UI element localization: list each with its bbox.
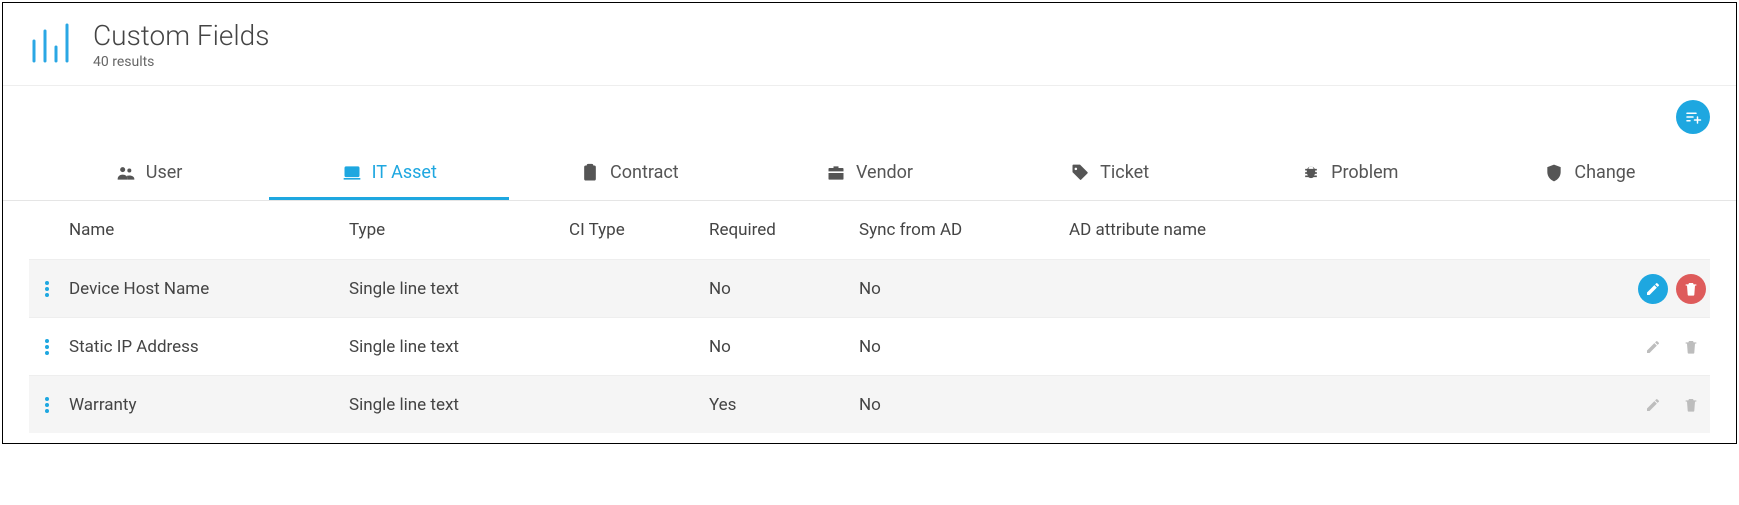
col-type: Type <box>349 220 569 240</box>
drag-handle-icon[interactable] <box>29 396 69 414</box>
tabs: User IT Asset Contract Vendor Ticket Problem C… <box>3 152 1736 201</box>
tab-problem[interactable]: Problem <box>1230 152 1470 200</box>
cell-required: No <box>709 337 859 357</box>
table-body: Device Host NameSingle line textNoNoStat… <box>29 259 1710 433</box>
edit-button[interactable] <box>1638 332 1668 362</box>
tab-ticket[interactable]: Ticket <box>990 152 1230 200</box>
page-title: Custom Fields <box>93 21 269 52</box>
col-adattr: AD attribute name <box>1069 220 1610 240</box>
laptop-icon <box>342 163 362 183</box>
table-row: WarrantySingle line text YesNo <box>29 375 1710 433</box>
cell-type: Single line text <box>349 279 569 299</box>
cell-type: Single line text <box>349 395 569 415</box>
delete-button[interactable] <box>1676 332 1706 362</box>
delete-button[interactable] <box>1676 390 1706 420</box>
tab-label: Problem <box>1331 162 1398 183</box>
tab-label: IT Asset <box>372 162 437 183</box>
row-actions <box>1610 274 1710 304</box>
cell-name: Device Host Name <box>69 279 349 299</box>
drag-handle-icon[interactable] <box>29 280 69 298</box>
row-actions <box>1610 390 1710 420</box>
tab-user[interactable]: User <box>29 152 269 200</box>
col-name: Name <box>69 220 349 240</box>
cell-required: Yes <box>709 395 859 415</box>
tag-icon <box>1070 163 1090 183</box>
table-header: Name Type CI Type Required Sync from AD … <box>29 201 1710 259</box>
row-actions <box>1610 332 1710 362</box>
tab-label: Ticket <box>1100 162 1149 183</box>
cell-sync: No <box>859 279 1069 299</box>
clipboard-icon <box>580 163 600 183</box>
tab-vendor[interactable]: Vendor <box>749 152 989 200</box>
edit-button[interactable] <box>1638 274 1668 304</box>
col-sync: Sync from AD <box>859 220 1069 240</box>
tab-label: Contract <box>610 162 679 183</box>
drag-handle-icon[interactable] <box>29 338 69 356</box>
tab-change[interactable]: Change <box>1470 152 1710 200</box>
bug-icon <box>1301 163 1321 183</box>
header: Custom Fields 40 results <box>3 3 1736 86</box>
tab-contract[interactable]: Contract <box>509 152 749 200</box>
briefcase-icon <box>826 163 846 183</box>
bar-chart-icon <box>29 21 75 71</box>
table-row: Static IP AddressSingle line text NoNo <box>29 317 1710 375</box>
cell-sync: No <box>859 395 1069 415</box>
header-text: Custom Fields 40 results <box>93 21 269 70</box>
col-required: Required <box>709 220 859 240</box>
edit-button[interactable] <box>1638 390 1668 420</box>
cell-type: Single line text <box>349 337 569 357</box>
col-citype: CI Type <box>569 220 709 240</box>
cell-name: Static IP Address <box>69 337 349 357</box>
tab-label: User <box>146 162 183 183</box>
table-row: Device Host NameSingle line text NoNo <box>29 259 1710 317</box>
cell-name: Warranty <box>69 395 349 415</box>
cell-required: No <box>709 279 859 299</box>
shield-icon <box>1544 163 1564 183</box>
delete-button[interactable] <box>1676 274 1706 304</box>
results-count: 40 results <box>93 54 269 70</box>
table: Name Type CI Type Required Sync from AD … <box>3 201 1736 443</box>
tab-it-asset[interactable]: IT Asset <box>269 152 509 200</box>
tab-label: Vendor <box>856 162 913 183</box>
tab-label: Change <box>1574 162 1635 183</box>
custom-fields-panel: Custom Fields 40 results User IT Asset Con… <box>2 2 1737 444</box>
cell-sync: No <box>859 337 1069 357</box>
filter-add-button[interactable] <box>1676 100 1710 134</box>
people-icon <box>116 163 136 183</box>
